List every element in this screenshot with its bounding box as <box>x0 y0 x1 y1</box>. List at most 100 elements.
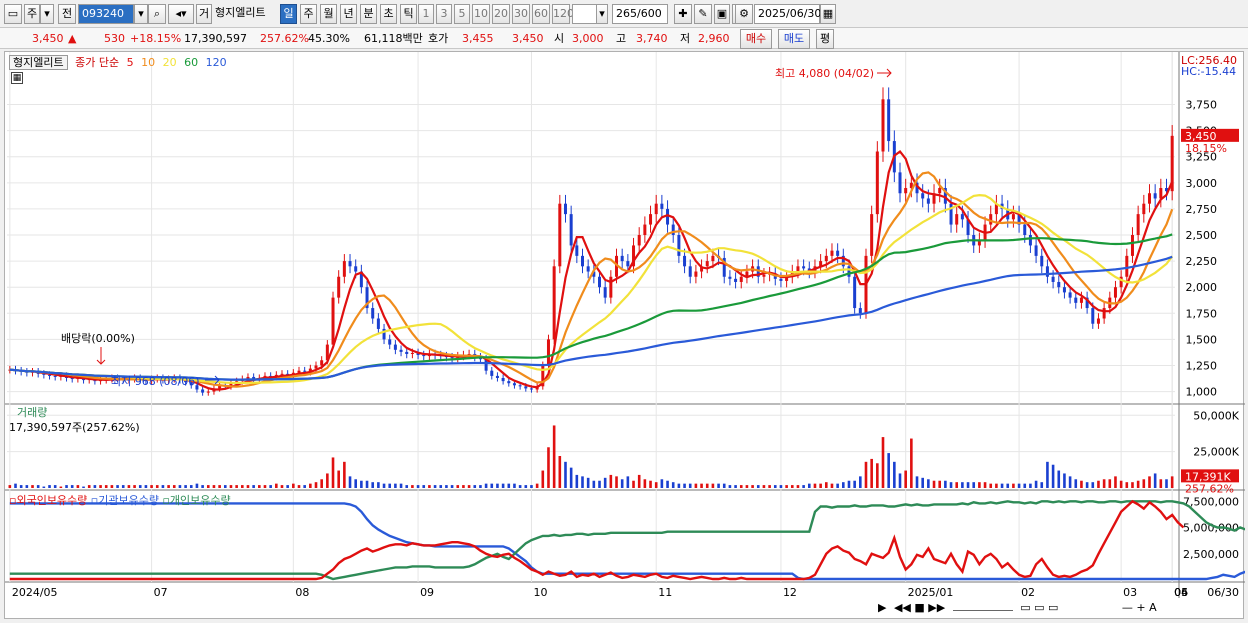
x-tick: 11 <box>658 586 672 599</box>
zoom-out-icon[interactable]: — <box>1122 601 1133 614</box>
volume-bar <box>654 482 658 488</box>
period-tab-0[interactable]: 일 <box>280 4 297 24</box>
volume-bar <box>694 483 698 488</box>
avg-button[interactable]: 평 <box>816 29 834 49</box>
zoom-slider[interactable] <box>952 610 1013 611</box>
zoom-in-icon[interactable]: + <box>1136 601 1145 614</box>
window-menu-icon[interactable]: ▭ <box>4 4 22 24</box>
interval-button-3[interactable]: 3 <box>436 4 452 24</box>
interval-dropdown-icon[interactable]: ▾ <box>596 4 608 24</box>
count-value: 265 <box>616 7 637 20</box>
code-dropdown-icon[interactable]: ▾ <box>134 4 148 24</box>
interval-button-60[interactable]: 60 <box>532 4 550 24</box>
volume-bar <box>201 485 204 488</box>
rewind-icon[interactable]: ◀◀ <box>894 601 911 614</box>
price-tick: 2,750 <box>1186 203 1218 216</box>
interval-button-10[interactable]: 10 <box>472 4 490 24</box>
candle-body <box>728 276 732 279</box>
forward-icon[interactable]: ▶▶ <box>928 601 945 614</box>
interval-button-20[interactable]: 20 <box>492 4 510 24</box>
volume-bar <box>711 483 715 488</box>
stock-code-input[interactable]: 093240 <box>78 4 134 24</box>
volume-bar <box>513 483 516 488</box>
prev-button[interactable]: 전 <box>58 4 76 24</box>
volume-bar <box>331 457 335 488</box>
volume-bar <box>637 474 641 488</box>
calendar-icon[interactable]: ▦ <box>820 4 836 24</box>
volume-bar <box>416 485 420 488</box>
period-tab-5[interactable]: 초 <box>380 4 397 24</box>
holdings-legend-2: ▫개인보유수량 <box>162 494 231 507</box>
volume-bar <box>598 480 601 488</box>
volume-bar <box>910 438 913 488</box>
candle-body <box>1068 292 1072 298</box>
candle-body <box>501 377 505 382</box>
volume-bar <box>195 483 199 488</box>
volume-bar <box>263 485 267 488</box>
crosshair-icon[interactable]: ✚ <box>674 4 692 24</box>
period-tab-1[interactable]: 주 <box>300 4 317 24</box>
volume-bar <box>1102 479 1106 488</box>
volume-bar <box>739 485 743 488</box>
speaker-icon[interactable]: ◂▾ <box>168 4 194 24</box>
period-tab-3[interactable]: 년 <box>340 4 357 24</box>
volume-bar <box>790 485 794 488</box>
price-tick: 2,500 <box>1186 229 1218 242</box>
search-icon[interactable]: ⌕ <box>148 4 166 24</box>
period-tab-6[interactable]: 틱 <box>400 4 417 24</box>
volume-bar <box>484 483 488 488</box>
volume-bar <box>938 480 941 488</box>
layout-icon[interactable]: ▭ ▭ ▭ <box>1020 601 1058 614</box>
volume-bar <box>42 486 46 488</box>
price-tick: 1,500 <box>1186 333 1218 346</box>
individual-holdings-line <box>9 500 1248 581</box>
interval-button-30[interactable]: 30 <box>512 4 530 24</box>
gear-icon[interactable]: ⚙ <box>735 4 753 24</box>
table-icon[interactable]: ▦ <box>11 72 23 84</box>
volume-bar <box>218 485 221 488</box>
volume-bar <box>927 479 930 488</box>
interval-button-120[interactable]: 120 <box>552 4 574 24</box>
candle-body <box>53 375 57 377</box>
volume-bar <box>229 485 233 488</box>
volume-bar <box>547 447 550 488</box>
interval-button-1[interactable]: 1 <box>418 4 434 24</box>
candle-body <box>1102 308 1106 319</box>
chevron-down-icon[interactable]: ▾ <box>40 4 54 24</box>
geo-button[interactable]: 거 <box>196 4 212 24</box>
volume-bar <box>1034 480 1038 488</box>
count-input[interactable]: 265/600 <box>612 4 668 24</box>
candle-body <box>1034 245 1038 256</box>
tools-icon[interactable]: ✎ <box>694 4 712 24</box>
volume-bar <box>660 479 664 488</box>
volume-bar <box>728 485 732 488</box>
period-tab-2[interactable]: 월 <box>320 4 337 24</box>
volume-bar <box>756 485 760 488</box>
period-tab-4[interactable]: 분 <box>360 4 377 24</box>
volume-bar <box>473 485 477 488</box>
buy-button[interactable]: 매수 <box>740 29 772 49</box>
save-icon[interactable]: ▣ <box>714 4 730 24</box>
stock-chart-svg[interactable]: 1,000 1,250 1,500 1,750 2,000 2,250 2,500 2,750… <box>5 52 1248 620</box>
volume-bar <box>87 485 91 488</box>
date-input[interactable]: 2025/06/30 <box>754 4 821 24</box>
candle-body <box>320 360 324 366</box>
volume-bar <box>70 485 74 488</box>
market-select[interactable]: 주 <box>24 4 40 24</box>
interval-button-5[interactable]: 5 <box>454 4 470 24</box>
font-icon[interactable]: A <box>1149 601 1157 614</box>
chart-area[interactable]: 1,000 1,250 1,500 1,750 2,000 2,250 2,500 2,750… <box>4 51 1248 620</box>
volume-bar <box>643 479 647 488</box>
quote-label: 호가 <box>428 32 449 45</box>
volume-bar <box>59 486 63 488</box>
volume-bar <box>501 483 505 488</box>
volume-bar <box>235 485 238 488</box>
candle-body <box>1040 255 1044 267</box>
stock-name: 형지엘리트 <box>212 4 278 24</box>
volume-bar <box>258 485 261 488</box>
volume-bar <box>36 485 40 488</box>
scroll-right-icon[interactable]: ▶ <box>878 601 886 614</box>
sell-button[interactable]: 매도 <box>778 29 810 49</box>
stop-icon[interactable]: ■ <box>914 601 924 614</box>
candle-body <box>1142 203 1146 215</box>
